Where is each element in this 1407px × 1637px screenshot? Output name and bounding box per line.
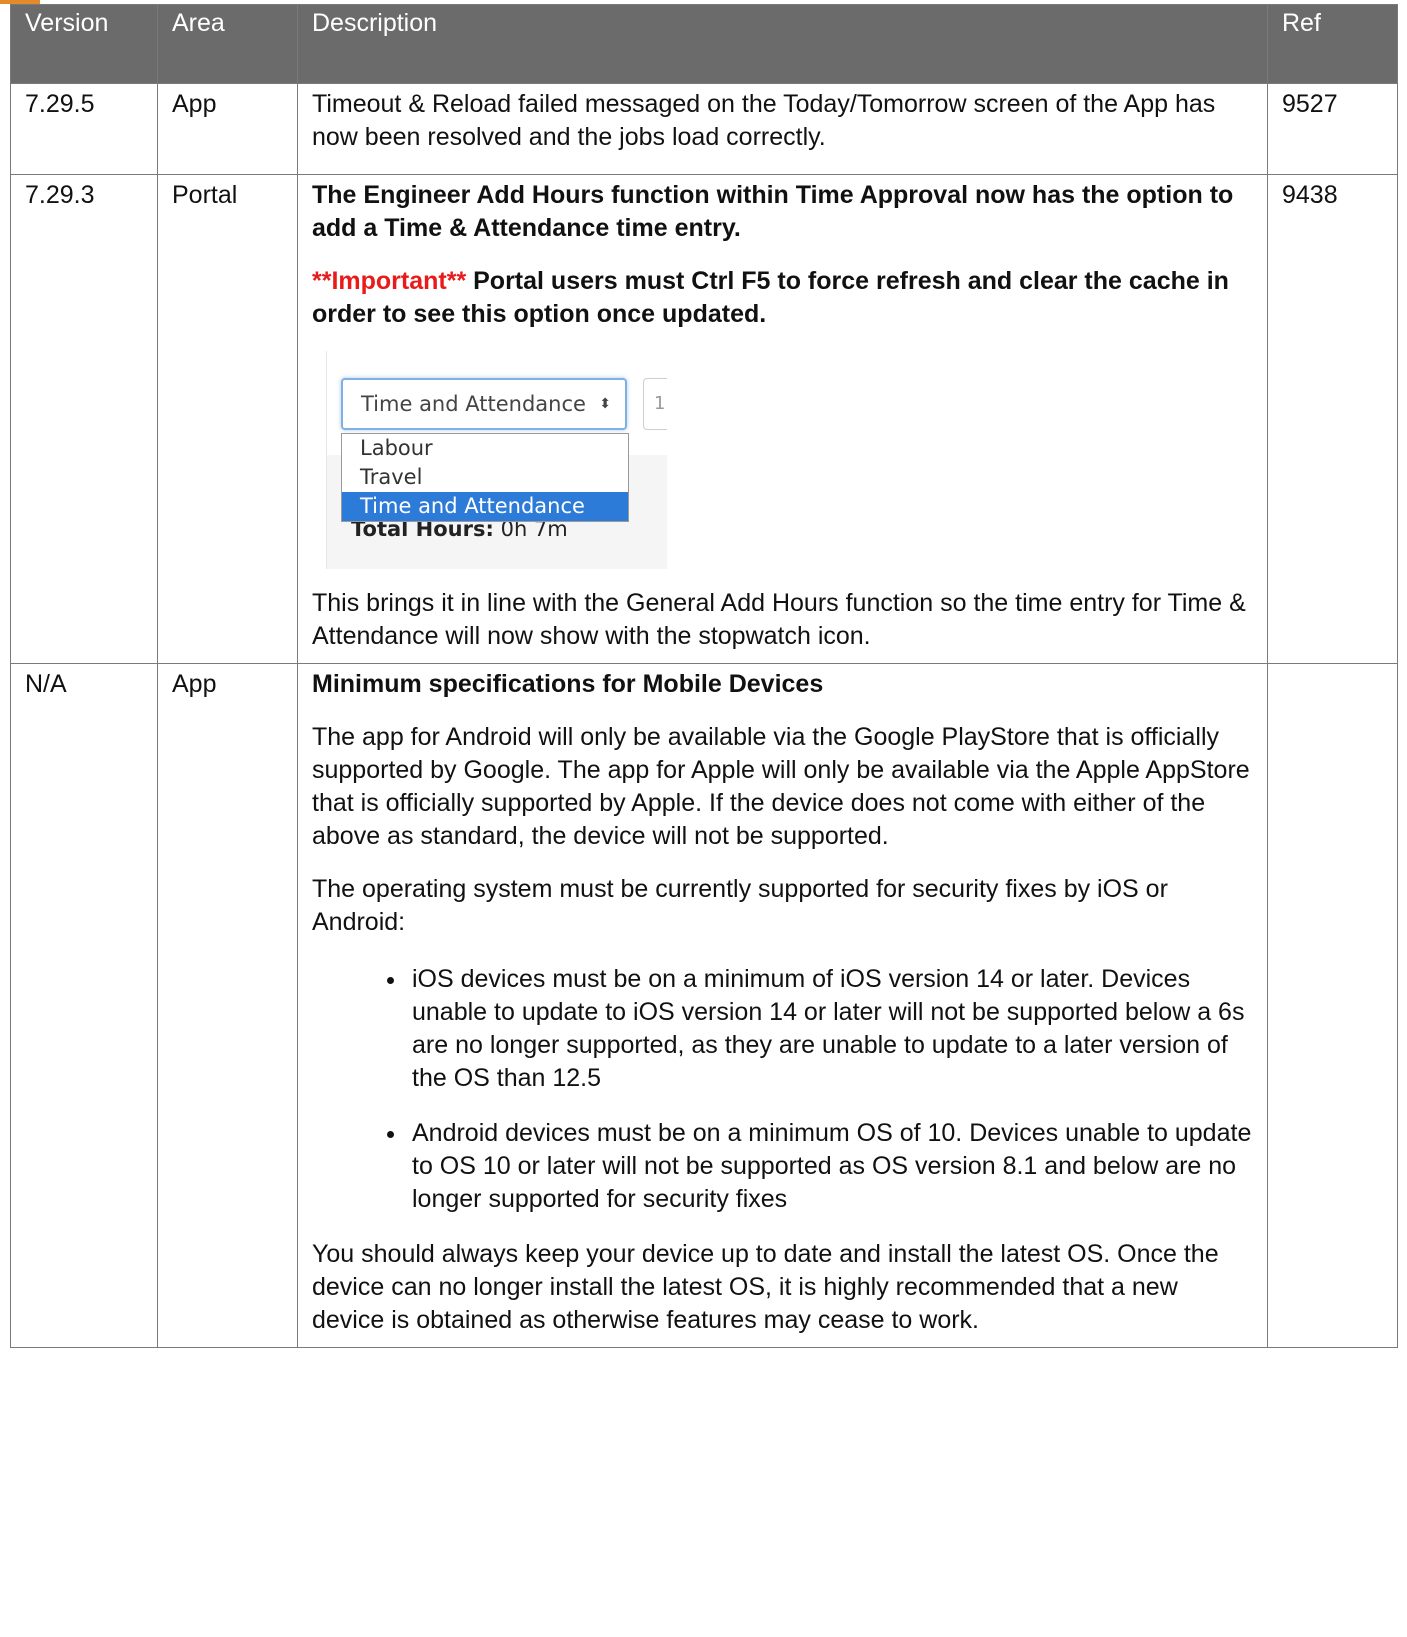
dropdown-screenshot: Time and Attendance ⬍ 1 Total Hours: 0h … <box>326 351 667 569</box>
menu-option-labour: Labour <box>360 436 433 460</box>
entry-type-select: Time and Attendance ⬍ <box>341 378 627 430</box>
important-note: **Important** Portal users must Ctrl F5 … <box>312 265 1253 331</box>
list-item: iOS devices must be on a minimum of iOS … <box>408 963 1253 1095</box>
menu-option-time-and-attendance: Time and Attendance <box>342 492 628 521</box>
ref-cell: 9438 <box>1267 174 1398 664</box>
change-heading: The Engineer Add Hours function within T… <box>312 181 1234 242</box>
area-cell: App <box>157 663 298 1348</box>
spec-paragraph-2: The operating system must be currently s… <box>312 875 1168 936</box>
table-header-row: Version Area Description Ref <box>10 4 1398 84</box>
ref-cell: 9527 <box>1267 83 1398 175</box>
area-cell: Portal <box>157 174 298 664</box>
release-notes-table: Version Area Description Ref 7.29.5 App … <box>10 4 1398 1348</box>
select-value: Time and Attendance <box>361 392 586 416</box>
menu-option-travel: Travel <box>360 465 423 489</box>
ref-cell <box>1267 663 1398 1348</box>
header-area: Area <box>157 4 298 84</box>
sort-caret-icon: ⬍ <box>599 396 611 412</box>
table-row: 7.29.3 Portal The Engineer Add Hours fun… <box>10 174 1398 664</box>
entry-type-menu: Labour Travel Time and Attendance <box>341 433 629 522</box>
spec-paragraph-1: The app for Android will only be availab… <box>312 723 1250 850</box>
description-cell: Minimum specifications for Mobile Device… <box>297 663 1268 1348</box>
hours-field: 1 <box>643 378 667 430</box>
spec-bullet-list: iOS devices must be on a minimum of iOS … <box>312 963 1253 1216</box>
table-row: 7.29.5 App Timeout & Reload failed messa… <box>10 83 1398 175</box>
spec-paragraph-3: You should always keep your device up to… <box>312 1240 1219 1334</box>
version-cell: 7.29.5 <box>10 83 158 175</box>
version-cell: 7.29.3 <box>10 174 158 664</box>
header-description: Description <box>297 4 1268 84</box>
header-ref: Ref <box>1267 4 1398 84</box>
change-footer: This brings it in line with the General … <box>312 589 1246 650</box>
table-row: N/A App Minimum specifications for Mobil… <box>10 663 1398 1348</box>
important-label: **Important** <box>312 267 467 295</box>
description-cell: Timeout & Reload failed messaged on the … <box>297 83 1268 175</box>
spec-heading: Minimum specifications for Mobile Device… <box>312 670 824 698</box>
list-item: Android devices must be on a minimum OS … <box>408 1117 1253 1216</box>
header-version: Version <box>10 4 158 84</box>
area-cell: App <box>157 83 298 175</box>
description-cell: The Engineer Add Hours function within T… <box>297 174 1268 664</box>
version-cell: N/A <box>10 663 158 1348</box>
